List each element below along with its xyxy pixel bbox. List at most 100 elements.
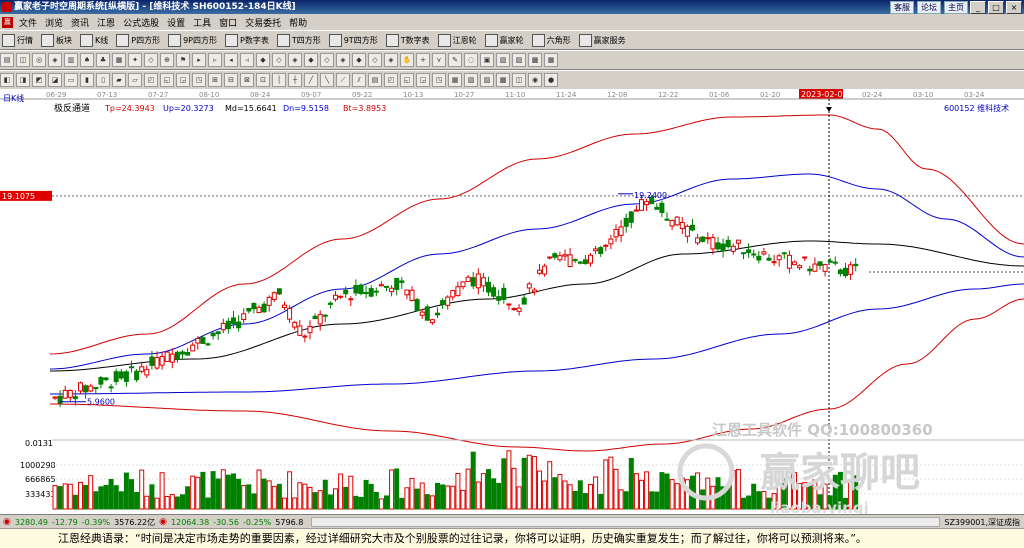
analysis-tool-5-icon[interactable]: ▭: [64, 73, 78, 87]
draw-tool-8-icon[interactable]: ▦: [112, 53, 126, 67]
menu-formula-select[interactable]: 公式选股: [119, 16, 163, 29]
analysis-tool-1-icon[interactable]: ◧: [0, 73, 14, 87]
customer-service-link[interactable]: 客服: [890, 1, 914, 14]
analysis-tool-8-icon[interactable]: ▰: [112, 73, 126, 87]
menu-settings[interactable]: 设置: [163, 16, 189, 29]
analysis-tool-27-icon[interactable]: ◲: [416, 73, 430, 87]
draw-tool-16-icon[interactable]: ◃: [240, 53, 254, 67]
draw-tool-2-icon[interactable]: ◫: [16, 53, 30, 67]
analysis-tool-11-icon[interactable]: ◱: [160, 73, 174, 87]
draw-tool-20-icon[interactable]: ◆: [304, 53, 318, 67]
toolbar-blocks-button[interactable]: 板块: [39, 33, 72, 47]
analysis-tool-28-icon[interactable]: ◳: [432, 73, 446, 87]
analysis-tool-7-icon[interactable]: ▯: [96, 73, 110, 87]
analysis-tool-6-icon[interactable]: ▮: [80, 73, 94, 87]
analysis-tool-22-icon[interactable]: ⟋: [336, 73, 350, 87]
draw-tool-23-icon[interactable]: ◆: [352, 53, 366, 67]
draw-tool-4-icon[interactable]: ◈: [48, 53, 62, 67]
toolbar-p-number-button[interactable]: P数字表: [223, 33, 269, 47]
draw-tool-33-icon[interactable]: ▨: [512, 53, 526, 67]
analysis-tool-34-icon[interactable]: ◉: [528, 73, 542, 87]
draw-tool-5-icon[interactable]: ▥: [64, 53, 78, 67]
draw-tool-26-icon[interactable]: ✋: [400, 53, 414, 67]
menu-trade[interactable]: 交易委托: [241, 16, 285, 29]
draw-tool-14-icon[interactable]: ▹: [208, 53, 222, 67]
close-button[interactable]: ×: [1006, 1, 1022, 14]
draw-tool-1-icon[interactable]: ▤: [0, 53, 14, 67]
draw-tool-10-icon[interactable]: ◇: [144, 53, 158, 67]
draw-tool-7-icon[interactable]: ♣: [96, 53, 110, 67]
analysis-tool-4-icon[interactable]: ◪: [48, 73, 62, 87]
toolbar-grid-button[interactable]: 行情: [0, 33, 33, 47]
draw-tool-15-icon[interactable]: ◂: [224, 53, 238, 67]
homepage-link[interactable]: 主页: [944, 1, 968, 14]
toolbar-9t-square-button[interactable]: 9T四方形: [327, 33, 378, 47]
toolbar-t-square-button[interactable]: T四方形: [275, 33, 321, 47]
draw-tool-34-icon[interactable]: ▩: [528, 53, 542, 67]
draw-tool-25-icon[interactable]: ◈: [384, 53, 398, 67]
draw-tool-21-icon[interactable]: ◇: [320, 53, 334, 67]
analysis-tool-23-icon[interactable]: ⫽: [352, 73, 366, 87]
analysis-tool-24-icon[interactable]: ▤: [368, 73, 382, 87]
analysis-tool-9-icon[interactable]: ▱: [128, 73, 142, 87]
analysis-tool-33-icon[interactable]: ◫: [512, 73, 526, 87]
minimize-button[interactable]: _: [970, 1, 986, 14]
draw-tool-17-icon[interactable]: ◆: [256, 53, 270, 67]
toolbar-p-square-button[interactable]: P四方形: [114, 33, 160, 47]
toolbar-gann-wheel-button[interactable]: 江恩轮: [436, 33, 477, 47]
analysis-tool-31-icon[interactable]: ▨: [480, 73, 494, 87]
draw-tool-35-icon[interactable]: ▦: [544, 53, 558, 67]
draw-tool-22-icon[interactable]: ◈: [336, 53, 350, 67]
toolbar-service-button[interactable]: 赢家服务: [577, 33, 626, 47]
status-scrollbar[interactable]: [311, 517, 941, 527]
menu-help[interactable]: 帮助: [285, 16, 311, 29]
analysis-tool-12-icon[interactable]: ◲: [176, 73, 190, 87]
menu-window[interactable]: 窗口: [215, 16, 241, 29]
menu-info[interactable]: 资讯: [67, 16, 93, 29]
menu-tools[interactable]: 工具: [189, 16, 215, 29]
analysis-tool-16-icon[interactable]: ⊠: [240, 73, 254, 87]
toolbar-hexagon-button[interactable]: 六角形: [530, 33, 571, 47]
draw-tool-9-icon[interactable]: ✦: [128, 53, 142, 67]
toolbar-t-number-button[interactable]: T数字表: [384, 33, 430, 47]
draw-tool-31-icon[interactable]: ▣: [480, 53, 494, 67]
analysis-tool-10-icon[interactable]: ◰: [144, 73, 158, 87]
analysis-tool-32-icon[interactable]: ▩: [496, 73, 510, 87]
draw-tool-24-icon[interactable]: ◇: [368, 53, 382, 67]
analysis-tool-25-icon[interactable]: ◰: [384, 73, 398, 87]
analysis-tool-3-icon[interactable]: ◩: [32, 73, 46, 87]
toolbar-kline-button[interactable]: K线: [78, 33, 108, 47]
analysis-tool-20-icon[interactable]: ╱: [304, 73, 318, 87]
draw-tool-18-icon[interactable]: ◇: [272, 53, 286, 67]
kline-chart[interactable]: 06-29 07-13 07-27 08-10 08-24 09-07 09-22 10-13…: [0, 89, 1024, 514]
draw-tool-13-icon[interactable]: ▸: [192, 53, 206, 67]
analysis-tool-35-icon[interactable]: ●: [544, 73, 558, 87]
draw-tool-32-icon[interactable]: ▧: [496, 53, 510, 67]
maximize-button[interactable]: □: [988, 1, 1004, 14]
forum-link[interactable]: 论坛: [917, 1, 941, 14]
analysis-tool-17-icon[interactable]: ⊡: [256, 73, 270, 87]
draw-tool-29-icon[interactable]: ✎: [448, 53, 462, 67]
draw-tool-12-icon[interactable]: ⚑: [176, 53, 190, 67]
draw-tool-3-icon[interactable]: ◎: [32, 53, 46, 67]
draw-tool-6-icon[interactable]: ♠: [80, 53, 94, 67]
analysis-tool-19-icon[interactable]: ┼: [288, 73, 302, 87]
draw-tool-11-icon[interactable]: ⊕: [160, 53, 174, 67]
menu-file[interactable]: 文件: [15, 16, 41, 29]
draw-tool-19-icon[interactable]: ◈: [288, 53, 302, 67]
toolbar-9p-square-button[interactable]: 9P四方形: [166, 33, 217, 47]
draw-tool-28-icon[interactable]: ⋎: [432, 53, 446, 67]
analysis-tool-18-icon[interactable]: │: [272, 73, 286, 87]
analysis-tool-13-icon[interactable]: ◳: [192, 73, 206, 87]
toolbar-winner-wheel-button[interactable]: 赢家轮: [483, 33, 524, 47]
menu-browse[interactable]: 浏览: [41, 16, 67, 29]
draw-tool-30-icon[interactable]: ◌: [464, 53, 478, 67]
analysis-tool-29-icon[interactable]: ▦: [448, 73, 462, 87]
analysis-tool-2-icon[interactable]: ◨: [16, 73, 30, 87]
analysis-tool-26-icon[interactable]: ◱: [400, 73, 414, 87]
menu-gann[interactable]: 江恩: [93, 16, 119, 29]
analysis-tool-30-icon[interactable]: ▧: [464, 73, 478, 87]
analysis-tool-15-icon[interactable]: ⊟: [224, 73, 238, 87]
draw-tool-27-icon[interactable]: +: [416, 53, 430, 67]
analysis-tool-14-icon[interactable]: ⊞: [208, 73, 222, 87]
